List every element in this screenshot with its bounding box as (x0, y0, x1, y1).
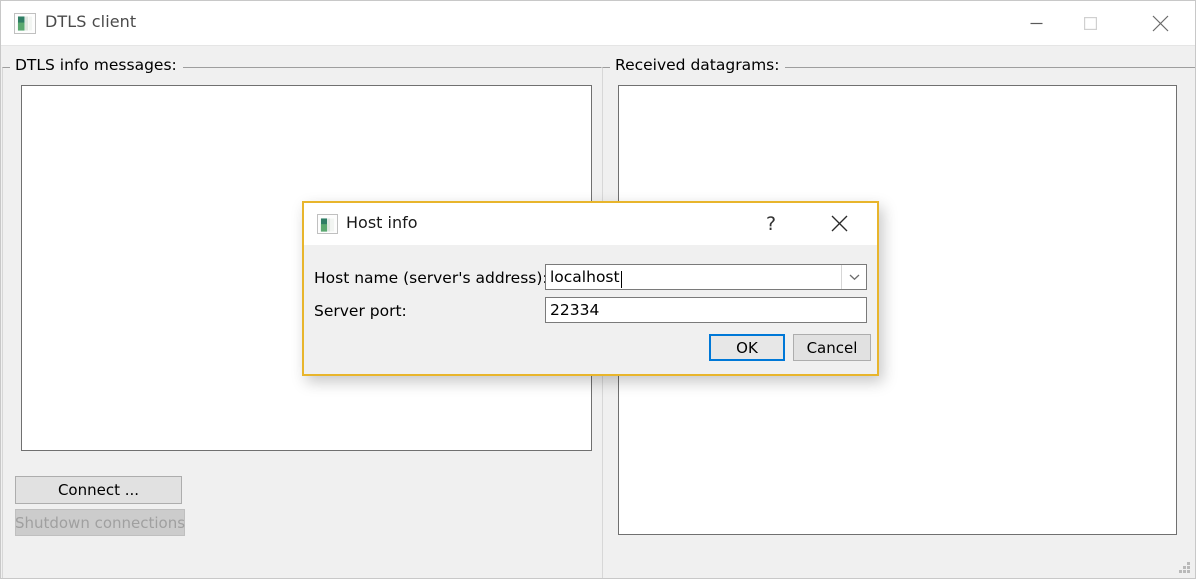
main-window: DTLS client DTLS info messages: Connect … (0, 0, 1196, 579)
close-icon (831, 215, 848, 232)
host-name-label: Host name (server's address): (314, 269, 548, 287)
close-button[interactable] (1137, 1, 1183, 45)
host-name-combobox[interactable]: localhost (545, 264, 867, 290)
dialog-body: Host name (server's address): localhost … (304, 245, 877, 374)
cancel-button[interactable]: Cancel (793, 334, 871, 361)
host-info-dialog: Host info ? Host name (server's address)… (302, 201, 879, 376)
close-icon (1152, 15, 1169, 32)
server-port-label: Server port: (314, 302, 407, 320)
group-title-right: Received datagrams: (610, 56, 785, 74)
help-button[interactable]: ? (754, 203, 788, 244)
window-titlebar: DTLS client (1, 1, 1196, 46)
window-title: DTLS client (45, 12, 136, 31)
text-cursor (621, 271, 622, 288)
ok-button[interactable]: OK (709, 334, 785, 361)
minimize-icon (1030, 17, 1043, 30)
dialog-title: Host info (346, 213, 418, 232)
group-title-left: DTLS info messages: (10, 56, 183, 74)
dialog-titlebar: Host info ? (304, 203, 877, 245)
maximize-button[interactable] (1067, 1, 1113, 45)
server-port-input[interactable]: 22334 (545, 297, 867, 323)
chevron-down-icon[interactable] (841, 265, 866, 289)
host-name-value: localhost (546, 268, 620, 286)
minimize-button[interactable] (1013, 1, 1059, 45)
connect-button[interactable]: Connect ... (15, 476, 182, 504)
maximize-icon (1084, 17, 1097, 30)
resize-grip-icon[interactable] (1177, 560, 1192, 575)
dialog-close-button[interactable] (819, 203, 859, 244)
app-window-icon (14, 13, 36, 34)
dialog-app-window-icon (317, 214, 338, 234)
shutdown-connections-button[interactable]: Shutdown connections (15, 509, 185, 536)
